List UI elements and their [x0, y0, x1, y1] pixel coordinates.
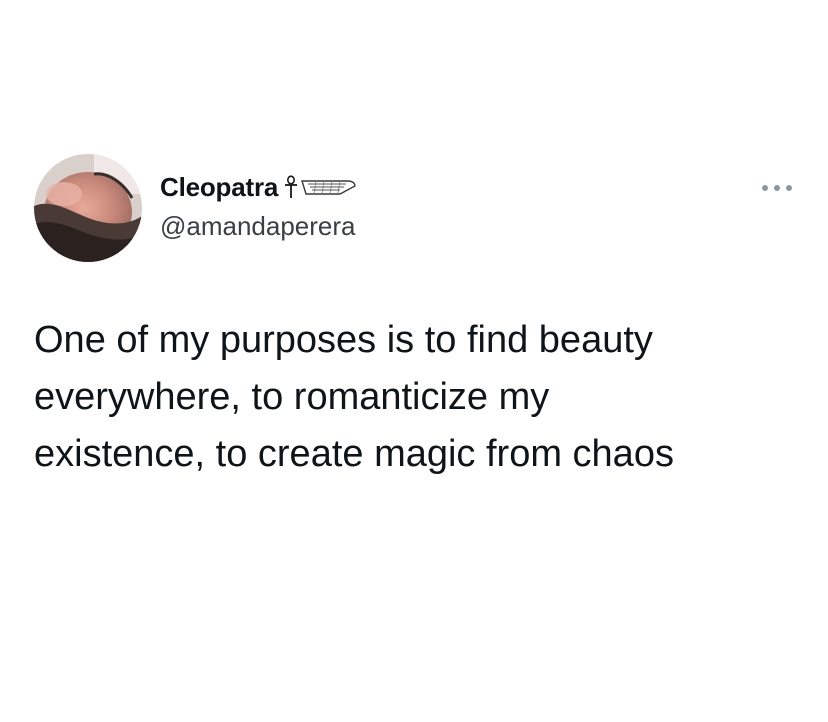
more-options-button[interactable]	[757, 176, 797, 200]
tweet-card: Cleopatra @amandaperera One of my purpos…	[0, 0, 828, 722]
tweet-line: existence, to create magic from chaos	[34, 433, 674, 475]
username-handle[interactable]: @amandaperera	[160, 211, 356, 242]
avatar[interactable]	[34, 154, 142, 262]
avatar-photo	[34, 154, 142, 262]
display-name[interactable]: Cleopatra	[160, 172, 278, 203]
tweet-line: One of my purposes is to find beauty	[34, 319, 653, 361]
more-horizontal-icon	[762, 185, 792, 191]
tweet-text: One of my purposes is to find beauty eve…	[34, 312, 794, 483]
wing-icon	[300, 177, 356, 197]
ankh-icon	[284, 175, 298, 199]
tweet-line: everywhere, to romanticize my	[34, 376, 550, 418]
author-name-row[interactable]: Cleopatra	[160, 170, 356, 204]
